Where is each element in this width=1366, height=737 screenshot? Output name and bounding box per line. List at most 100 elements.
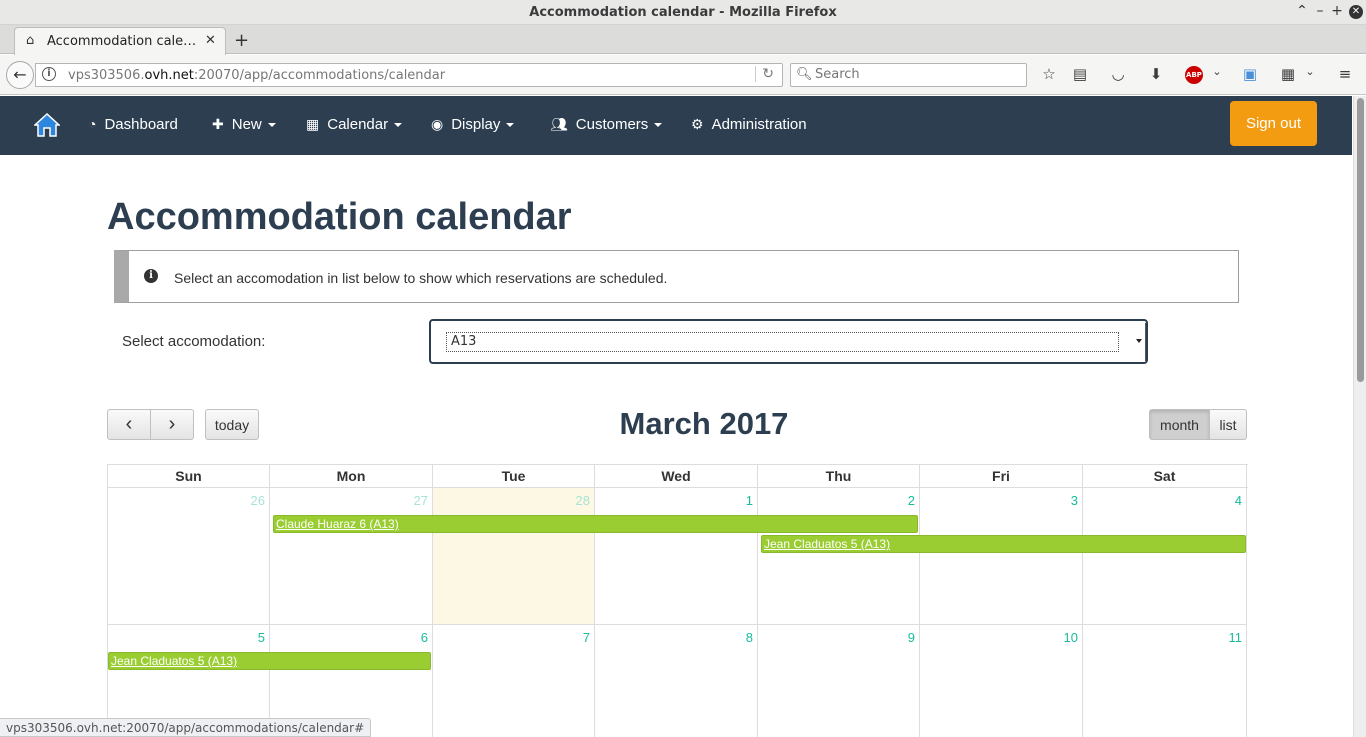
caret-down-icon [654,123,663,128]
weekday-sun: Sun [108,465,270,488]
view-switch-group: month list [1149,409,1247,440]
day-number: 11 [1228,630,1243,645]
day-cell[interactable]: 27 [270,488,433,625]
close-tab-icon[interactable]: ✕ [205,33,216,48]
browser-toolbar: ← i vps303506.ovh.net:20070/app/accommod… [0,55,1366,95]
bookmark-star-icon[interactable]: ☆ [1039,65,1059,83]
day-number: 7 [582,630,590,645]
calendar-event[interactable]: Jean Claduatos 5 (A13) [108,652,431,670]
accommodation-select-label: Select accomodation: [122,333,266,350]
list-view-button[interactable]: list [1210,409,1247,440]
day-cell[interactable]: 2 [758,488,920,625]
extension-icon[interactable]: ▣ [1240,65,1260,83]
info-text: Select an accomodation in list below to … [174,270,668,286]
sign-out-button[interactable]: Sign out [1230,101,1317,146]
day-number: 5 [257,630,265,645]
search-icon: 🔍︎ [796,67,813,82]
day-number: 27 [413,493,428,508]
day-cell[interactable]: 1 [595,488,758,625]
day-number: 4 [1234,493,1242,508]
day-number: 6 [420,630,428,645]
day-number: 2 [907,493,915,508]
day-cell[interactable]: 3 [920,488,1083,625]
minimize-window-icon[interactable]: – [1312,3,1328,19]
day-number: 1 [745,493,753,508]
month-view-button[interactable]: month [1149,409,1210,440]
grid-extension-icon[interactable]: ▦ [1278,65,1298,83]
nav-display[interactable]: ◉ Display [431,116,515,133]
hamburger-menu-icon[interactable]: ≡ [1335,65,1355,83]
weekday-sat: Sat [1083,465,1247,488]
weekday-fri: Fri [920,465,1083,488]
day-cell[interactable]: 8 [595,625,758,737]
users-icon: 👥︎ [550,116,568,132]
caret-down-icon [506,123,515,128]
day-cell[interactable]: 26 [108,488,270,625]
dashboard-icon: ◔ [88,116,97,132]
day-number: 9 [907,630,915,645]
search-input[interactable] [815,67,1015,82]
close-window-icon[interactable]: ✕ [1349,5,1363,19]
select-divider [1145,323,1146,361]
status-bar: vps303506.ovh.net:20070/app/accommodatio… [0,718,372,737]
adblock-plus-icon[interactable]: ABP [1185,66,1203,84]
calendar-icon: ▦ [306,116,320,132]
info-circle-icon: i [144,269,158,283]
weekday-mon: Mon [270,465,433,488]
reload-icon[interactable]: ↻ [755,66,774,82]
day-number: 10 [1063,630,1078,645]
nav-new[interactable]: ✚ New [212,116,276,133]
overflow-dropdown-icon[interactable]: ⌄ [1300,65,1320,78]
caret-down-icon [394,123,403,128]
nav-administration[interactable]: ⚙ Administration [691,116,807,133]
scrollbar-thumb[interactable] [1357,98,1364,382]
site-info-icon[interactable]: i [42,67,56,81]
pocket-icon[interactable]: ◡ [1108,65,1128,83]
day-cell[interactable]: 7 [433,625,595,737]
plus-icon: ✚ [212,116,224,132]
url-bar[interactable]: i vps303506.ovh.net:20070/app/accommodat… [35,63,783,87]
select-arrow-icon[interactable] [1136,339,1142,343]
window-titlebar: Accommodation calendar - Mozilla Firefox… [0,0,1366,25]
accommodation-select[interactable]: A13 [429,319,1148,364]
day-number: 28 [575,493,590,508]
nav-dashboard[interactable]: ◔ Dashboard [88,116,178,133]
day-cell[interactable]: 4 [1083,488,1247,625]
search-bar[interactable]: 🔍︎ [790,63,1027,87]
month-calendar: Sun Mon Tue Wed Thu Fri Sat 26 27 28 1 2… [107,464,1248,737]
tab-accommodation-calendar[interactable]: ⌂ Accommodation cale… ✕ [14,27,226,55]
adblock-dropdown-icon[interactable]: ⌄ [1207,65,1227,78]
day-cell[interactable]: 9 [758,625,920,737]
eye-icon: ◉ [431,116,444,132]
weekday-header: Sun Mon Tue Wed Thu Fri Sat [108,464,1248,488]
day-number: 3 [1070,493,1078,508]
tab-bar: ⌂ Accommodation cale… ✕ [0,25,1366,55]
tab-label: Accommodation cale… [47,34,197,49]
caret-down-icon [267,123,276,128]
day-cell[interactable]: 10 [920,625,1083,737]
day-cell[interactable]: 11 [1083,625,1247,737]
weekday-wed: Wed [595,465,758,488]
home-favicon-icon: ⌂ [26,33,35,48]
home-icon[interactable] [34,113,60,137]
nav-calendar[interactable]: ▦ Calendar [306,116,403,133]
info-alert: i Select an accomodation in list below t… [114,250,1239,303]
maximize-icon[interactable]: + [1329,3,1345,19]
nav-customers[interactable]: 👥︎ Customers [550,116,663,133]
weekday-tue: Tue [433,465,595,488]
minimize-icon[interactable]: ⌃ [1294,3,1310,19]
day-number: 8 [745,630,753,645]
page-title: Accommodation calendar [107,196,572,238]
calendar-event[interactable]: Claude Huaraz 6 (A13) [273,515,918,533]
weekday-thu: Thu [758,465,920,488]
download-icon[interactable]: ⬇ [1146,65,1166,83]
gear-icon: ⚙ [691,116,704,132]
accommodation-select-value: A13 [446,332,1119,352]
app-navbar: ◔ Dashboard ✚ New ▦ Calendar ◉ Display 👥︎ Cus… [0,96,1352,155]
reading-list-icon[interactable]: ▤ [1070,65,1090,83]
new-tab-icon[interactable]: + [234,30,249,51]
calendar-event[interactable]: Jean Claduatos 5 (A13) [761,535,1246,553]
window-title: Accommodation calendar - Mozilla Firefox [529,5,837,20]
day-cell-today[interactable]: 28 [433,488,595,625]
back-button[interactable]: ← [6,61,34,89]
